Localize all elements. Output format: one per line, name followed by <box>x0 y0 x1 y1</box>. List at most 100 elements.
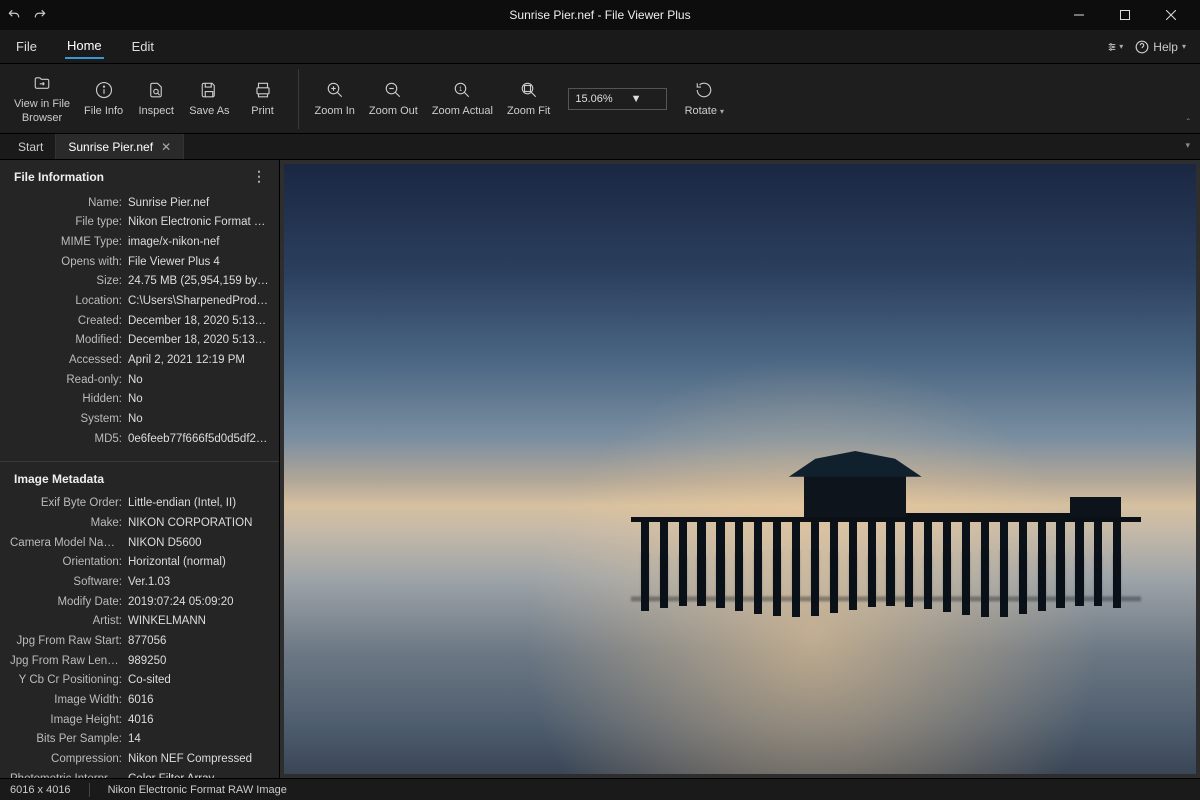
info-key: Y Cb Cr Positioning: <box>10 672 128 689</box>
inspect-button[interactable]: Inspect <box>131 75 181 122</box>
image-viewer[interactable] <box>280 160 1200 778</box>
tool-label: Zoom Out <box>369 105 418 118</box>
tab-label: Sunrise Pier.nef <box>68 140 153 154</box>
close-tab-icon[interactable]: ✕ <box>161 140 171 154</box>
info-value: NIKON CORPORATION <box>128 515 269 532</box>
menu-file[interactable]: File <box>14 35 39 58</box>
menu-edit[interactable]: Edit <box>130 35 156 58</box>
info-key: Jpg From Raw Start: <box>10 633 128 650</box>
info-value: 6016 <box>128 692 269 709</box>
info-row: MD5:0e6feeb77f666f5d0d5df21cb352... <box>10 429 269 449</box>
info-sidebar[interactable]: File Information ⋮ Name:Sunrise Pier.nef… <box>0 160 280 778</box>
tool-label: Zoom Fit <box>507 105 550 118</box>
info-key: Compression: <box>10 751 128 768</box>
tool-label: Zoom Actual <box>432 105 493 118</box>
rotate-button[interactable]: Rotate ▾ <box>679 75 730 122</box>
redo-icon[interactable] <box>32 7 48 23</box>
info-value: 24.75 MB (25,954,159 bytes) <box>128 273 269 290</box>
title-bar: Sunrise Pier.nef - File Viewer Plus <box>0 0 1200 30</box>
info-row: Accessed:April 2, 2021 12:19 PM <box>10 350 269 370</box>
info-key: Artist: <box>10 613 128 630</box>
menu-bar: File Home Edit ▾ Help ▾ <box>0 30 1200 64</box>
settings-icon[interactable]: ▾ <box>1107 39 1123 55</box>
view-in-file-browser-button[interactable]: View in File Browser <box>8 68 76 128</box>
info-value: 4016 <box>128 712 269 729</box>
menu-home[interactable]: Home <box>65 34 104 59</box>
zoom-fit-button[interactable]: Zoom Fit <box>501 75 556 122</box>
info-value: No <box>128 411 269 428</box>
tool-label: View in File Browser <box>14 98 70 124</box>
collapse-ribbon-icon[interactable]: ˆ <box>1187 118 1190 129</box>
tool-label: Zoom In <box>315 105 355 118</box>
info-value: Nikon Electronic Format RAW I... <box>128 214 269 231</box>
info-value: Co-sited <box>128 672 269 689</box>
info-key: Modify Date: <box>10 594 128 611</box>
tab-bar: Start Sunrise Pier.nef ✕ ▾ <box>0 134 1200 160</box>
info-row: Image Width:6016 <box>10 690 269 710</box>
print-icon <box>254 79 272 101</box>
info-value: Ver.1.03 <box>128 574 269 591</box>
zoom-in-button[interactable]: Zoom In <box>309 75 361 122</box>
info-row: Name:Sunrise Pier.nef <box>10 193 269 213</box>
window-close-button[interactable] <box>1148 0 1194 30</box>
print-button[interactable]: Print <box>238 75 288 122</box>
zoom-actual-button[interactable]: 1 Zoom Actual <box>426 75 499 122</box>
info-value: 14 <box>128 731 269 748</box>
info-key: Exif Byte Order: <box>10 495 128 512</box>
zoom-actual-icon: 1 <box>453 79 471 101</box>
info-key: Hidden: <box>10 391 128 408</box>
info-row: Created:December 18, 2020 5:13 PM <box>10 311 269 331</box>
info-key: Location: <box>10 293 128 310</box>
info-key: Image Height: <box>10 712 128 729</box>
tab-overflow-icon[interactable]: ▾ <box>1185 140 1190 151</box>
info-value: No <box>128 391 269 408</box>
info-row: Photometric Interpretat...Color Filter A… <box>10 769 269 778</box>
help-label: Help <box>1153 40 1178 54</box>
undo-icon[interactable] <box>6 7 22 23</box>
info-row: Image Height:4016 <box>10 710 269 730</box>
info-row: Jpg From Raw Start:877056 <box>10 631 269 651</box>
info-row: Compression:Nikon NEF Compressed <box>10 749 269 769</box>
panel-title: File Information <box>14 170 104 184</box>
info-key: Make: <box>10 515 128 532</box>
info-key: MIME Type: <box>10 234 128 251</box>
inspect-icon <box>147 79 165 101</box>
status-separator <box>89 783 90 797</box>
folder-arrow-icon <box>32 72 52 94</box>
info-icon <box>95 79 113 101</box>
info-value: 877056 <box>128 633 269 650</box>
info-row: Location:C:\Users\SharpenedProduction... <box>10 291 269 311</box>
save-as-button[interactable]: Save As <box>183 75 235 122</box>
info-key: Bits Per Sample: <box>10 731 128 748</box>
info-row: Opens with:File Viewer Plus 4 <box>10 252 269 272</box>
image-metadata-panel-header: Image Metadata <box>0 464 279 492</box>
window-minimize-button[interactable] <box>1056 0 1102 30</box>
info-value: Sunrise Pier.nef <box>128 195 269 212</box>
info-row: Exif Byte Order:Little-endian (Intel, II… <box>10 494 269 514</box>
info-row: Bits Per Sample:14 <box>10 730 269 750</box>
rotate-icon <box>695 79 713 101</box>
zoom-out-button[interactable]: Zoom Out <box>363 75 424 122</box>
file-info-panel-header: File Information ⋮ <box>0 160 279 191</box>
tab-file[interactable]: Sunrise Pier.nef ✕ <box>56 134 184 159</box>
info-value: NIKON D5600 <box>128 535 269 552</box>
tool-label: File Info <box>84 105 123 118</box>
info-key: MD5: <box>10 431 128 448</box>
zoom-fit-icon <box>520 79 538 101</box>
info-row: Artist:WINKELMANN <box>10 612 269 632</box>
panel-title: Image Metadata <box>14 472 104 486</box>
zoom-value-dropdown[interactable]: 15.06% ▼ <box>568 88 666 110</box>
tab-start[interactable]: Start <box>6 134 56 159</box>
image-canvas <box>284 164 1196 774</box>
panel-menu-icon[interactable]: ⋮ <box>252 168 267 185</box>
info-row: Orientation:Horizontal (normal) <box>10 553 269 573</box>
help-button[interactable]: Help ▾ <box>1135 40 1186 54</box>
info-value: 0e6feeb77f666f5d0d5df21cb352... <box>128 431 269 448</box>
info-row: Camera Model Name:NIKON D5600 <box>10 533 269 553</box>
file-info-button[interactable]: File Info <box>78 75 129 122</box>
zoom-in-icon <box>326 79 344 101</box>
window-maximize-button[interactable] <box>1102 0 1148 30</box>
info-value: December 18, 2020 5:13 PM <box>128 313 269 330</box>
zoom-out-icon <box>384 79 402 101</box>
info-value: 2019:07:24 05:09:20 <box>128 594 269 611</box>
